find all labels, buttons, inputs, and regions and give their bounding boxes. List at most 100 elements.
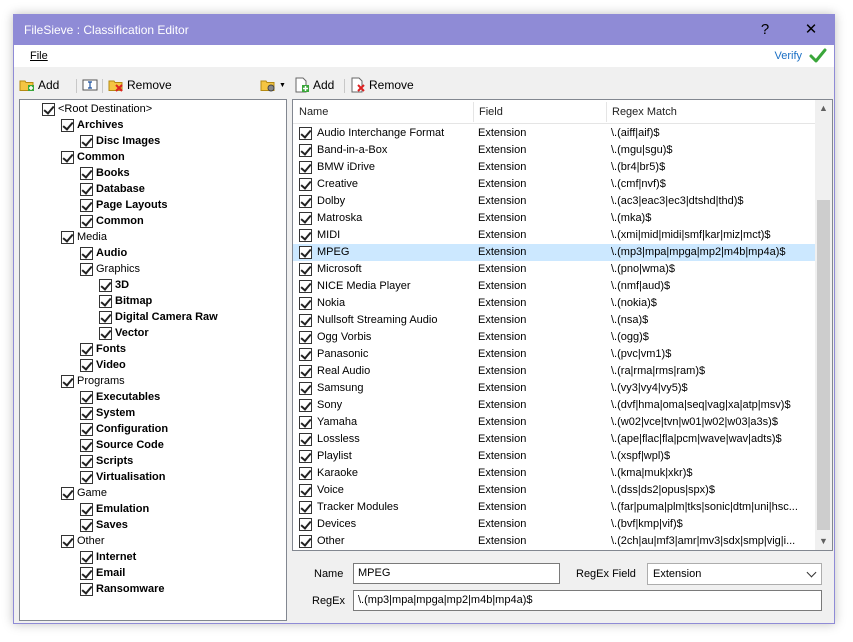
table-row[interactable]: Ogg Vorbis Extension \.(ogg)$ (293, 329, 816, 346)
row-checkbox[interactable] (299, 297, 312, 310)
rename-button[interactable] (82, 77, 98, 93)
column-header-regex[interactable]: Regex Match (606, 100, 816, 124)
tree-item[interactable]: System (80, 405, 135, 421)
tree-item[interactable]: Configuration (80, 421, 168, 437)
tree-item-checkbox[interactable] (80, 182, 93, 196)
tree-item[interactable]: Executables (80, 389, 160, 405)
tree-item-checkbox[interactable] (80, 198, 93, 212)
row-checkbox[interactable] (299, 535, 312, 548)
row-checkbox[interactable] (299, 246, 312, 259)
tree-item-checkbox[interactable] (61, 118, 74, 132)
vertical-scrollbar[interactable]: ▲ ▼ (815, 100, 832, 550)
tree-item-checkbox[interactable] (61, 486, 74, 500)
checkmark-icon[interactable] (808, 46, 828, 66)
tree-item[interactable]: 3D (99, 277, 129, 293)
tree-item-checkbox[interactable] (61, 534, 74, 548)
row-checkbox[interactable] (299, 348, 312, 361)
tree-item[interactable]: Books (80, 165, 130, 181)
row-checkbox[interactable] (299, 416, 312, 429)
scroll-up-arrow[interactable]: ▲ (815, 100, 832, 117)
tree-item-checkbox[interactable] (80, 566, 93, 580)
tree-item-checkbox[interactable] (80, 454, 93, 468)
tree-item-checkbox[interactable] (99, 278, 112, 292)
row-checkbox[interactable] (299, 127, 312, 140)
rules-grid[interactable]: Name Field Regex Match Audio Interchange… (292, 99, 833, 551)
tree-item-checkbox[interactable] (80, 422, 93, 436)
tree-item[interactable]: Media (61, 229, 107, 245)
row-checkbox[interactable] (299, 433, 312, 446)
row-checkbox[interactable] (299, 484, 312, 497)
row-checkbox[interactable] (299, 263, 312, 276)
tree-item-checkbox[interactable] (99, 294, 112, 308)
table-row[interactable]: BMW iDrive Extension \.(br4|br5)$ (293, 159, 816, 176)
tree-item[interactable]: Source Code (80, 437, 164, 453)
tree-item-checkbox[interactable] (80, 134, 93, 148)
tree-item[interactable]: Saves (80, 517, 128, 533)
tree-item[interactable]: <Root Destination> (42, 101, 152, 117)
tree-item[interactable]: Fonts (80, 341, 126, 357)
tree-item[interactable]: Vector (99, 325, 149, 341)
tree-item[interactable]: Common (80, 213, 144, 229)
row-checkbox[interactable] (299, 144, 312, 157)
table-row[interactable]: Voice Extension \.(dss|ds2|opus|spx)$ (293, 482, 816, 499)
tree-item[interactable]: Email (80, 565, 125, 581)
table-row[interactable]: Nokia Extension \.(nokia)$ (293, 295, 816, 312)
tree-remove-button[interactable]: Remove (108, 77, 172, 93)
table-row[interactable]: Samsung Extension \.(vy3|vy4|vy5)$ (293, 380, 816, 397)
tree-item[interactable]: Graphics (80, 261, 140, 277)
column-header-name[interactable]: Name (293, 100, 473, 124)
row-checkbox[interactable] (299, 229, 312, 242)
tree-item-checkbox[interactable] (80, 550, 93, 564)
table-row[interactable]: Band-in-a-Box Extension \.(mgu|sgu)$ (293, 142, 816, 159)
column-header-field[interactable]: Field (473, 100, 606, 124)
tree-item-checkbox[interactable] (80, 342, 93, 356)
table-row[interactable]: Real Audio Extension \.(ra|rma|rms|ram)$ (293, 363, 816, 380)
scroll-thumb[interactable] (817, 200, 830, 530)
tree-item[interactable]: Other (61, 533, 105, 549)
tree-item-checkbox[interactable] (99, 326, 112, 340)
table-row[interactable]: Devices Extension \.(bvf|kmp|vif)$ (293, 516, 816, 533)
table-row[interactable]: Audio Interchange Format Extension \.(aiff… (293, 125, 816, 142)
tree-item[interactable]: Programs (61, 373, 125, 389)
table-row[interactable]: Nullsoft Streaming Audio Extension \.(nsa)… (293, 312, 816, 329)
row-checkbox[interactable] (299, 450, 312, 463)
table-row[interactable]: Tracker Modules Extension \.(far|puma|plm|… (293, 499, 816, 516)
row-checkbox[interactable] (299, 280, 312, 293)
tree-item[interactable]: Disc Images (80, 133, 160, 149)
tree-item-checkbox[interactable] (61, 374, 74, 388)
classification-tree[interactable]: <Root Destination> Archives Disc Images Com… (19, 99, 287, 621)
tree-item-checkbox[interactable] (80, 390, 93, 404)
tree-item-checkbox[interactable] (61, 230, 74, 244)
table-row[interactable]: Panasonic Extension \.(pvc|vm1)$ (293, 346, 816, 363)
grid-remove-button[interactable]: Remove (350, 77, 414, 93)
verify-link[interactable]: Verify (774, 50, 802, 62)
tree-item-checkbox[interactable] (61, 150, 74, 164)
tree-item-checkbox[interactable] (80, 582, 93, 596)
row-checkbox[interactable] (299, 178, 312, 191)
table-row[interactable]: Matroska Extension \.(mka)$ (293, 210, 816, 227)
tree-item-checkbox[interactable] (80, 470, 93, 484)
regex-field-select[interactable]: Extension (647, 563, 822, 585)
grid-add-button[interactable]: Add (294, 77, 334, 93)
row-checkbox[interactable] (299, 212, 312, 225)
table-row[interactable]: Dolby Extension \.(ac3|eac3|ec3|dtshd|thd)… (293, 193, 816, 210)
row-checkbox[interactable] (299, 161, 312, 174)
table-row[interactable]: Lossless Extension \.(ape|flac|fla|pcm|wav… (293, 431, 816, 448)
row-checkbox[interactable] (299, 195, 312, 208)
tree-item[interactable]: Video (80, 357, 126, 373)
tree-item-checkbox[interactable] (99, 310, 112, 324)
close-button[interactable]: ✕ (788, 15, 834, 45)
table-row[interactable]: Karaoke Extension \.(kma|muk|xkr)$ (293, 465, 816, 482)
tree-item-checkbox[interactable] (80, 166, 93, 180)
row-checkbox[interactable] (299, 331, 312, 344)
table-row[interactable]: Creative Extension \.(cmf|nvf)$ (293, 176, 816, 193)
tree-item[interactable]: Game (61, 485, 107, 501)
tree-item-checkbox[interactable] (80, 214, 93, 228)
tree-item-checkbox[interactable] (80, 358, 93, 372)
tree-item[interactable]: Bitmap (99, 293, 152, 309)
scroll-down-arrow[interactable]: ▼ (815, 533, 832, 550)
table-row[interactable]: MIDI Extension \.(xmi|mid|midi|smf|kar|miz… (293, 227, 816, 244)
tree-item-checkbox[interactable] (80, 438, 93, 452)
help-button[interactable]: ? (742, 15, 788, 45)
row-checkbox[interactable] (299, 501, 312, 514)
